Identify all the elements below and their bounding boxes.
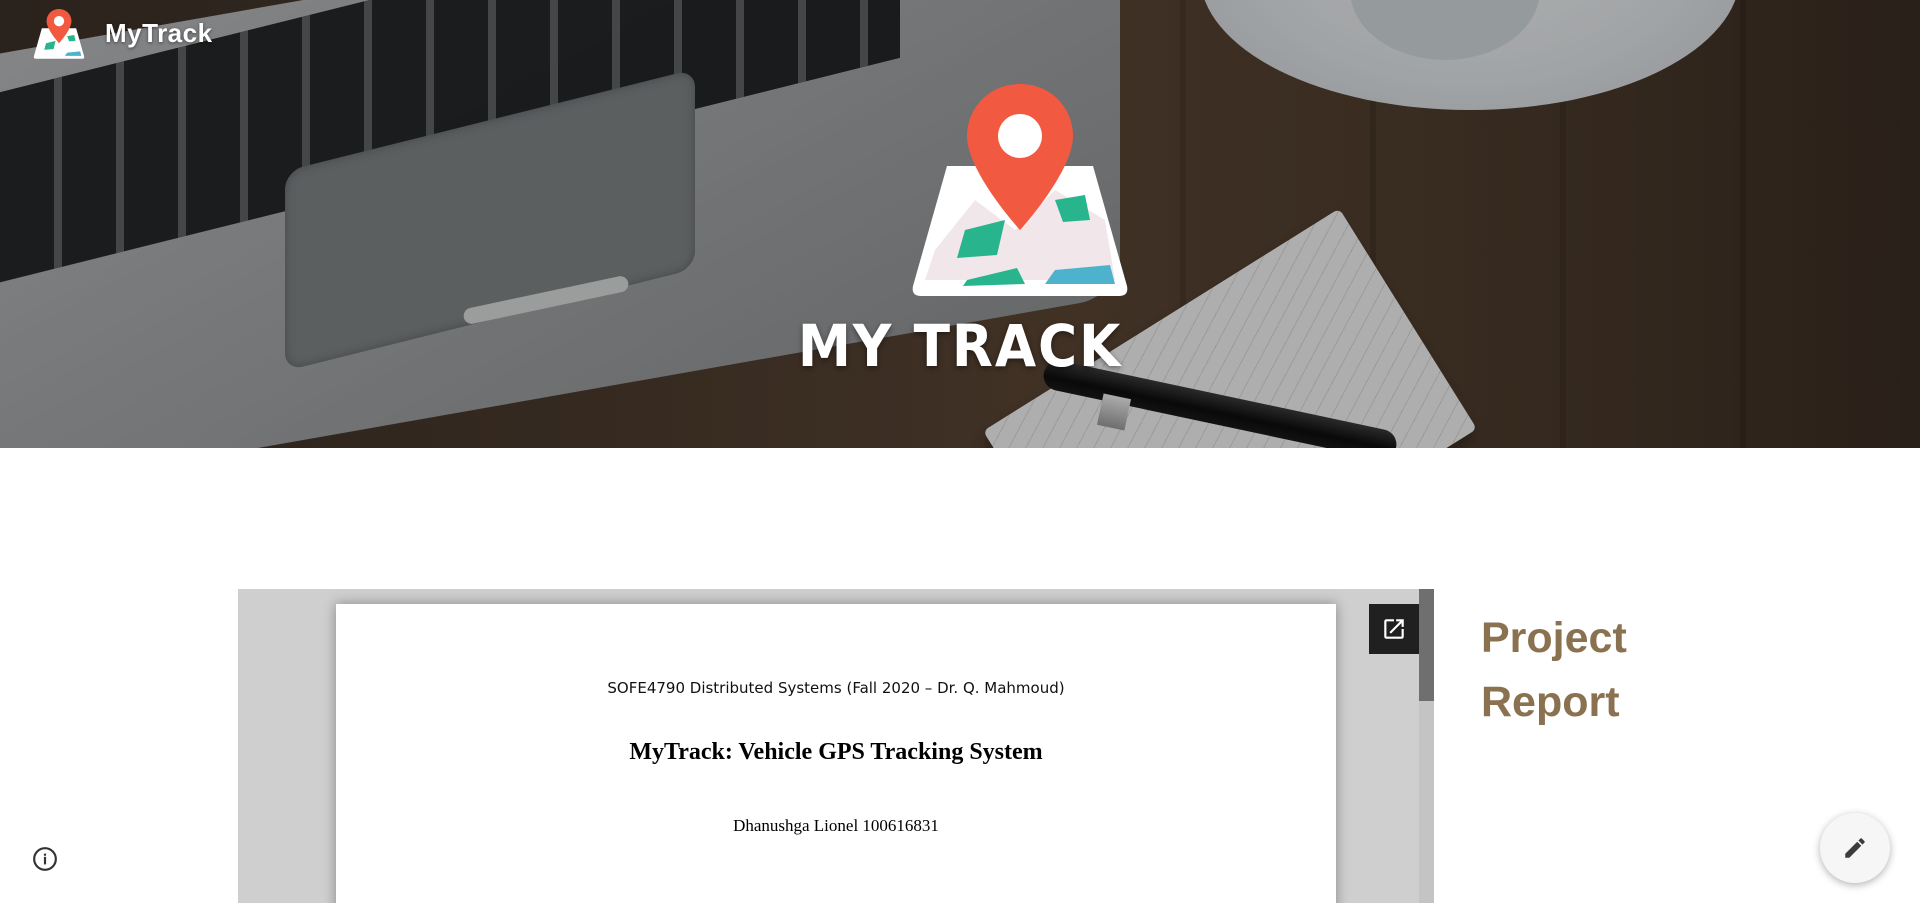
document-scrollbar[interactable] [1419,589,1434,903]
project-report-heading: Project Report [1481,614,1627,726]
site-title[interactable]: MyTrack [105,18,213,49]
site-logo-icon[interactable] [32,8,86,62]
edit-page-button[interactable] [1820,813,1890,883]
map-pin-logo-icon [912,84,1128,296]
pencil-icon [1845,838,1865,858]
embedded-document-viewer[interactable]: SOFE4790 Distributed Systems (Fall 2020 … [238,589,1434,903]
hero-banner: MY TRACK [0,0,1920,448]
hero-logo-text: MY TRACK [797,312,1123,380]
document-scrollbar-thumb[interactable] [1419,589,1434,701]
open-in-new-window-button[interactable] [1369,604,1419,654]
document-course-line: SOFE4790 Distributed Systems (Fall 2020 … [607,679,1065,697]
document-page: SOFE4790 Distributed Systems (Fall 2020 … [336,604,1336,903]
open-in-new-icon [1384,619,1404,639]
document-title: MyTrack: Vehicle GPS Tracking System [629,739,1043,765]
info-icon[interactable] [32,846,58,872]
document-author: Dhanushga Lionel 100616831 [733,816,939,835]
